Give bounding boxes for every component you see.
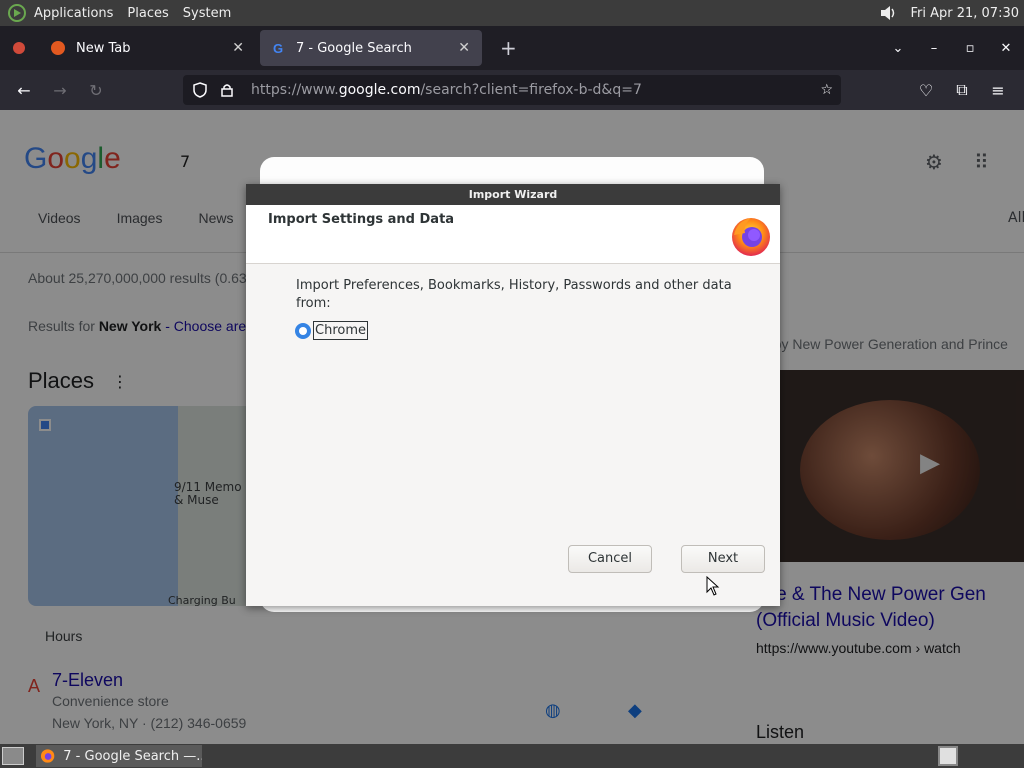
bottom-taskbar: 7 - Google Search —...	[0, 744, 1024, 768]
maximize-icon[interactable]: ▫	[952, 41, 988, 56]
show-desktop-icon[interactable]	[2, 747, 24, 765]
reload-icon[interactable]: ↻	[78, 81, 114, 100]
pocket-icon[interactable]: ♡	[908, 81, 944, 100]
distro-logo-icon[interactable]	[7, 3, 27, 23]
svg-text:G: G	[273, 41, 283, 55]
list-all-tabs-icon[interactable]: ⌄	[880, 41, 916, 56]
close-tab-icon[interactable]: ✕	[458, 40, 470, 56]
close-tab-icon[interactable]: ✕	[232, 40, 244, 56]
firefox-logo-icon	[732, 218, 770, 256]
close-window-icon[interactable]: ✕	[988, 41, 1024, 56]
window-controls: ⌄ – ▫ ✕	[880, 41, 1024, 56]
top-panel: Applications Places System Fri Apr 21, 0…	[0, 0, 1024, 26]
firefox-icon	[40, 749, 55, 763]
next-button[interactable]: Next	[681, 545, 765, 573]
wizard-header: Import Settings and Data	[246, 205, 780, 264]
toolbar-right: ♡ ⧉ ≡	[908, 70, 1016, 110]
import-wizard-dialog: Import Wizard Import Settings and Data I…	[246, 184, 780, 606]
minimize-icon[interactable]: –	[916, 41, 952, 56]
tab-title: 7 - Google Search	[296, 40, 412, 56]
forward-icon[interactable]: →	[42, 81, 78, 100]
back-icon[interactable]: ←	[6, 81, 42, 100]
url-text: https://www.google.com/search?client=fir…	[251, 82, 642, 98]
menu-icon[interactable]: ≡	[980, 81, 1016, 100]
places-menu[interactable]: Places	[127, 6, 168, 21]
firefox-tab-icon	[51, 41, 65, 55]
url-path: /search?client=firefox-b-d&q=7	[420, 82, 642, 98]
extensions-icon[interactable]: ⧉	[944, 80, 980, 100]
wizard-description: Import Preferences, Bookmarks, History, …	[296, 278, 732, 311]
firefox-view-button[interactable]	[0, 26, 38, 70]
import-source-option-chrome[interactable]: Chrome	[295, 321, 368, 340]
wizard-heading: Import Settings and Data	[268, 212, 455, 227]
applications-menu[interactable]: Applications	[34, 6, 113, 21]
radio-button[interactable]	[295, 322, 311, 339]
taskbar-window-firefox[interactable]: 7 - Google Search —...	[36, 745, 202, 767]
mouse-cursor-icon	[706, 576, 720, 596]
new-tab-button[interactable]: +	[500, 36, 517, 60]
tab-google-search[interactable]: G 7 - Google Search ✕	[260, 30, 482, 66]
nav-bar: ← → ↻ https://www.google.com/search?clie…	[0, 70, 1024, 110]
volume-icon[interactable]	[878, 3, 898, 23]
tab-new-tab[interactable]: New Tab ✕	[38, 30, 256, 66]
url-host: google.com	[338, 82, 421, 98]
bookmark-star-icon[interactable]: ☆	[820, 82, 833, 98]
system-menu[interactable]: System	[183, 6, 231, 21]
tab-bar: New Tab ✕ G 7 - Google Search ✕ + ⌄ – ▫ …	[0, 26, 1024, 70]
radio-label[interactable]: Chrome	[313, 321, 368, 340]
cancel-button[interactable]: Cancel	[568, 545, 652, 573]
tab-title: New Tab	[76, 40, 131, 56]
wizard-body: Import Preferences, Bookmarks, History, …	[246, 264, 780, 606]
google-favicon-icon: G	[273, 41, 283, 55]
firefox-view-icon	[13, 42, 25, 54]
dialog-title[interactable]: Import Wizard	[246, 184, 780, 205]
tracking-protection-icon[interactable]	[191, 81, 209, 99]
lock-icon[interactable]	[219, 82, 235, 98]
task-label: 7 - Google Search —...	[63, 748, 202, 764]
trash-icon[interactable]	[938, 746, 958, 766]
url-prefix: https://www.	[251, 82, 339, 98]
url-bar[interactable]: https://www.google.com/search?client=fir…	[183, 75, 841, 105]
clock[interactable]: Fri Apr 21, 07:30	[910, 6, 1019, 21]
